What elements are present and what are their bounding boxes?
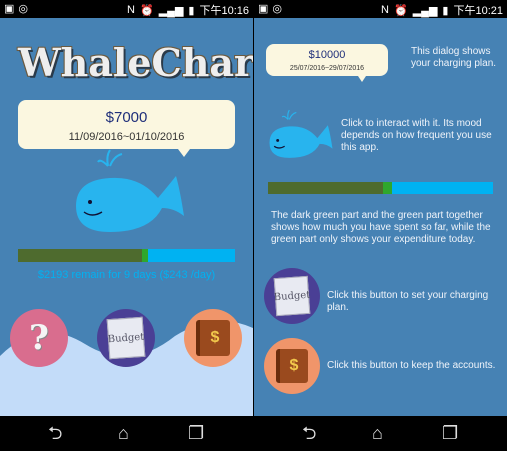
remain-text: $2193 remain for 9 days ($243 /day) xyxy=(37,269,216,281)
whale-icon[interactable] xyxy=(70,146,190,236)
budget-icon: Budget xyxy=(106,316,146,360)
accounts-label: $ xyxy=(289,357,299,374)
home-icon[interactable]: ⌂ xyxy=(118,423,129,443)
alarm-icon: ⏰ xyxy=(139,4,154,17)
tutorial-screen: ▣ ◎ N ⏰ ▂▄▆ ▮ 下午10:21 $10000 25/07/2016~… xyxy=(254,0,507,451)
tip-accounts-button: Click this button to keep the accounts. xyxy=(327,360,496,371)
nfc-icon: N xyxy=(127,4,135,16)
plan-amount: $10000 xyxy=(308,49,346,61)
budget-button[interactable]: Budget xyxy=(97,309,155,367)
whale-icon xyxy=(269,109,333,158)
recents-icon[interactable]: ❐ xyxy=(188,423,204,443)
battery-icon: ▮ xyxy=(188,4,195,17)
progress-bar xyxy=(268,182,493,194)
hotspot-icon: ◎ xyxy=(18,3,29,15)
progress-bar xyxy=(18,249,235,262)
tip-whale: Click to interact with it. Its mood depe… xyxy=(341,118,492,153)
signal-icon: ▂▄▆ xyxy=(412,4,438,17)
back-icon[interactable]: ⮌ xyxy=(48,423,62,443)
main-screen: ▣ ◎ N ⏰ ▂▄▆ ▮ 下午10:16 WhaleCharger $7000… xyxy=(0,0,253,451)
plan-dialog-mini: $10000 25/07/2016~29/07/2016 xyxy=(266,44,388,82)
progress-today xyxy=(382,182,392,194)
recents-icon[interactable]: ❐ xyxy=(442,423,458,443)
plan-dates: 11/09/2016~01/10/2016 xyxy=(68,131,185,143)
nav-bar: ⮌ ⌂ ❐ xyxy=(0,416,253,451)
tip-dialog: This dialog shows your charging plan. xyxy=(411,46,497,69)
app-title: WhaleCharger xyxy=(18,40,253,85)
notification-icon: ▣ xyxy=(258,3,269,15)
status-bar: ▣ ◎ N ⏰ ▂▄▆ ▮ 下午10:16 xyxy=(0,0,253,18)
notification-icon: ▣ xyxy=(4,3,15,15)
nav-bar: ⮌ ⌂ ❐ xyxy=(254,416,507,451)
progress-spent xyxy=(268,182,383,194)
plan-dates: 25/07/2016~29/07/2016 xyxy=(289,65,365,72)
progress-remaining xyxy=(148,249,235,262)
accounts-label: $ xyxy=(210,329,220,346)
ledger-icon: $ xyxy=(196,320,230,356)
status-bar: ▣ ◎ N ⏰ ▂▄▆ ▮ 下午10:21 xyxy=(254,0,507,18)
nfc-icon: N xyxy=(381,4,389,16)
home-icon[interactable]: ⌂ xyxy=(372,423,383,443)
plan-dialog[interactable]: $7000 11/09/2016~01/10/2016 xyxy=(18,100,235,157)
help-label: ? xyxy=(29,318,49,358)
budget-label: Budget xyxy=(107,331,145,345)
help-button[interactable]: ? xyxy=(10,309,68,367)
battery-icon: ▮ xyxy=(442,4,449,17)
budget-icon: Budget xyxy=(273,275,311,317)
signal-icon: ▂▄▆ xyxy=(158,4,184,17)
plan-amount: $7000 xyxy=(105,109,148,126)
budget-button: Budget xyxy=(264,268,320,324)
accounts-button: $ xyxy=(264,338,320,394)
status-time: 下午10:21 xyxy=(453,5,503,17)
back-icon[interactable]: ⮌ xyxy=(302,423,316,443)
budget-label: Budget xyxy=(273,289,311,303)
tip-budget-button: Click this button to set your charging p… xyxy=(327,290,489,313)
status-time: 下午10:16 xyxy=(199,5,249,17)
hotspot-icon: ◎ xyxy=(272,3,283,15)
tip-bar: The dark green part and the green part t… xyxy=(271,210,491,245)
ledger-icon: $ xyxy=(276,349,308,383)
progress-remaining xyxy=(391,182,493,194)
alarm-icon: ⏰ xyxy=(393,4,408,17)
progress-spent xyxy=(18,249,142,262)
accounts-button[interactable]: $ xyxy=(184,309,242,367)
